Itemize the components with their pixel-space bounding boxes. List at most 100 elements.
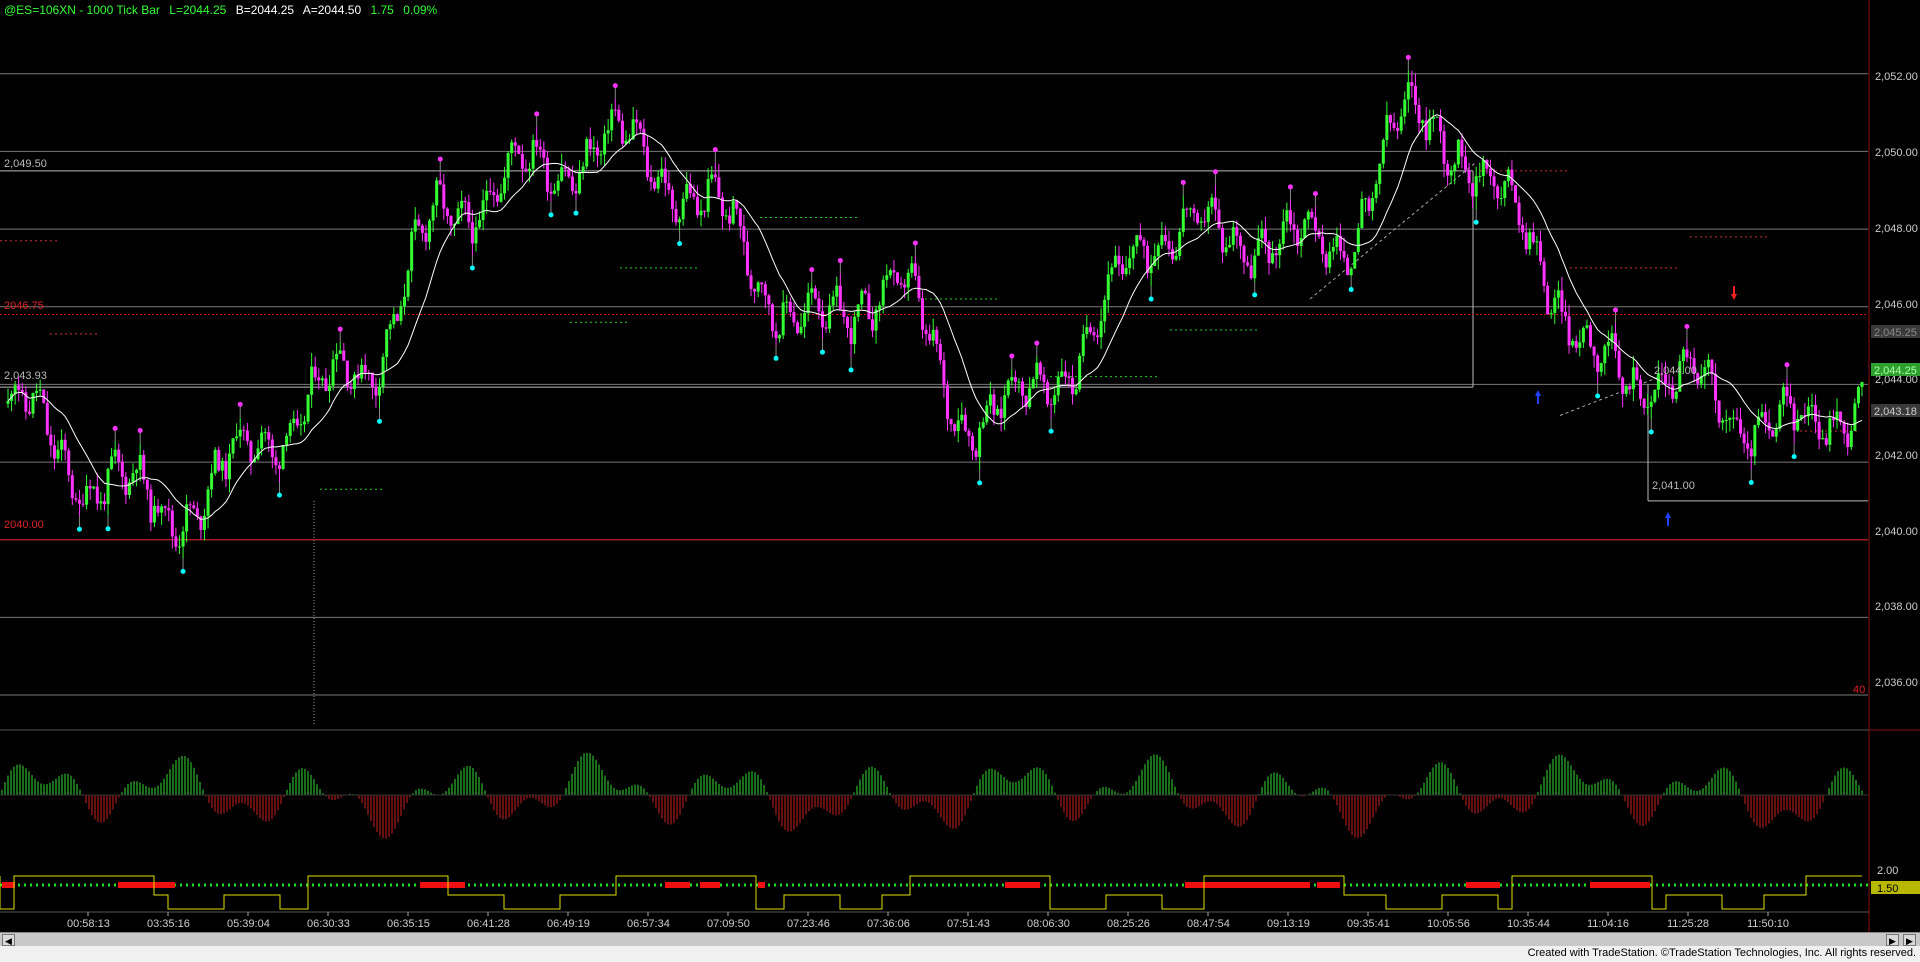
price-bar: [1392, 112, 1396, 131]
bar-body: [1578, 342, 1582, 348]
price-bar: [492, 182, 496, 207]
price-bar: [1196, 209, 1200, 225]
bar-body: [474, 227, 478, 244]
bar-body: [370, 372, 374, 387]
price-bar: [1185, 207, 1189, 218]
price-bar: [224, 452, 228, 487]
price-bar: [706, 168, 710, 218]
price-bar: [635, 109, 639, 136]
bar-body: [135, 469, 139, 474]
price-bar: [1649, 395, 1653, 419]
bar-body: [1463, 156, 1467, 170]
bar-body: [1488, 168, 1492, 177]
scroll-end-icon[interactable]: ▶: [1903, 934, 1916, 946]
swing-high-dot: [1180, 179, 1186, 185]
price-bar: [1131, 244, 1135, 270]
bar-body: [617, 109, 621, 121]
price-bar: [235, 423, 239, 441]
bar-body: [1281, 221, 1285, 244]
scroll-left-icon[interactable]: ◀: [2, 934, 15, 946]
price-bar: [1849, 425, 1853, 451]
bar-body: [992, 394, 996, 415]
bar-body: [1614, 333, 1618, 351]
horizontal-scrollbar[interactable]: ◀ ▶ ▶: [0, 932, 1920, 947]
bar-body: [1081, 334, 1085, 356]
price-bar: [949, 418, 953, 432]
bar-body: [1589, 325, 1593, 347]
bar-body: [117, 449, 121, 462]
bar-body: [1553, 297, 1557, 314]
swing-high-dot: [1684, 323, 1690, 329]
price-bar: [1814, 394, 1818, 434]
bar-body: [428, 220, 432, 242]
swing-low-dot: [1748, 480, 1754, 486]
swing-low-dot: [819, 349, 825, 355]
price-bar: [263, 428, 267, 442]
price-bar: [560, 153, 564, 183]
price-bar: [667, 171, 671, 195]
swing-high-dot: [837, 258, 843, 264]
price-bar: [1192, 204, 1196, 222]
bar-body: [660, 168, 664, 177]
bar-body: [638, 122, 642, 129]
price-chart[interactable]: 2,049.50 2046.75 2,043.93 2040.00 2,044.…: [0, 0, 1920, 946]
price-bar: [1013, 370, 1017, 393]
swing-low-dot: [276, 492, 282, 498]
bar-body: [706, 179, 710, 212]
bar-body: [281, 445, 285, 469]
bar-body: [174, 536, 178, 547]
bar-body: [399, 306, 403, 321]
price-bar: [1228, 235, 1232, 248]
price-bar: [613, 98, 617, 117]
price-bar: [331, 350, 335, 391]
bar-body: [1781, 387, 1785, 405]
price-bar: [1714, 363, 1718, 414]
price-bar: [335, 343, 339, 373]
bar-body: [1846, 433, 1850, 447]
price-bar: [1342, 237, 1346, 263]
scroll-right-icon[interactable]: ▶: [1886, 934, 1899, 946]
price-bar: [1485, 159, 1489, 174]
bar-body: [517, 145, 521, 154]
price-bar: [106, 467, 110, 516]
price-bar: [1356, 223, 1360, 255]
price-bar: [10, 390, 14, 412]
swing-high-dot: [1212, 169, 1218, 175]
bar-body: [1856, 386, 1860, 404]
bar-body: [378, 386, 382, 396]
price-bar: [1710, 359, 1714, 386]
bar-body: [167, 507, 171, 511]
price-bar: [431, 202, 435, 233]
price-bar: [1081, 324, 1085, 363]
bar-body: [588, 139, 592, 150]
price-bar: [463, 196, 467, 215]
bar-body: [1728, 418, 1732, 420]
bar-body: [1706, 359, 1710, 368]
bar-body: [217, 449, 221, 471]
bar-body: [1003, 395, 1007, 418]
bar-body: [1310, 211, 1314, 218]
bar-body: [853, 316, 857, 345]
bar-body: [163, 506, 167, 508]
bar-body: [385, 329, 389, 357]
price-bar: [885, 264, 889, 288]
bar-body: [149, 489, 153, 523]
indicator-segment: [1590, 882, 1650, 888]
price-tick-label: 2,038.00: [1875, 601, 1918, 613]
swing-high-dot: [912, 240, 918, 246]
bar-body: [317, 377, 321, 381]
bar-body: [131, 473, 135, 483]
bar-body: [1163, 235, 1167, 242]
bar-body: [1349, 268, 1353, 276]
time-tick-label: 03:35:16: [147, 918, 190, 930]
bar-body: [1785, 387, 1789, 397]
price-bar: [302, 415, 306, 433]
bar-body: [642, 128, 646, 147]
price-bar: [1624, 384, 1628, 397]
price-bar: [1378, 163, 1382, 195]
price-bar: [1835, 398, 1839, 429]
bar-body: [656, 176, 660, 189]
bar-body: [1199, 221, 1203, 223]
price-bar: [1021, 377, 1025, 409]
bar-body: [1778, 404, 1782, 429]
